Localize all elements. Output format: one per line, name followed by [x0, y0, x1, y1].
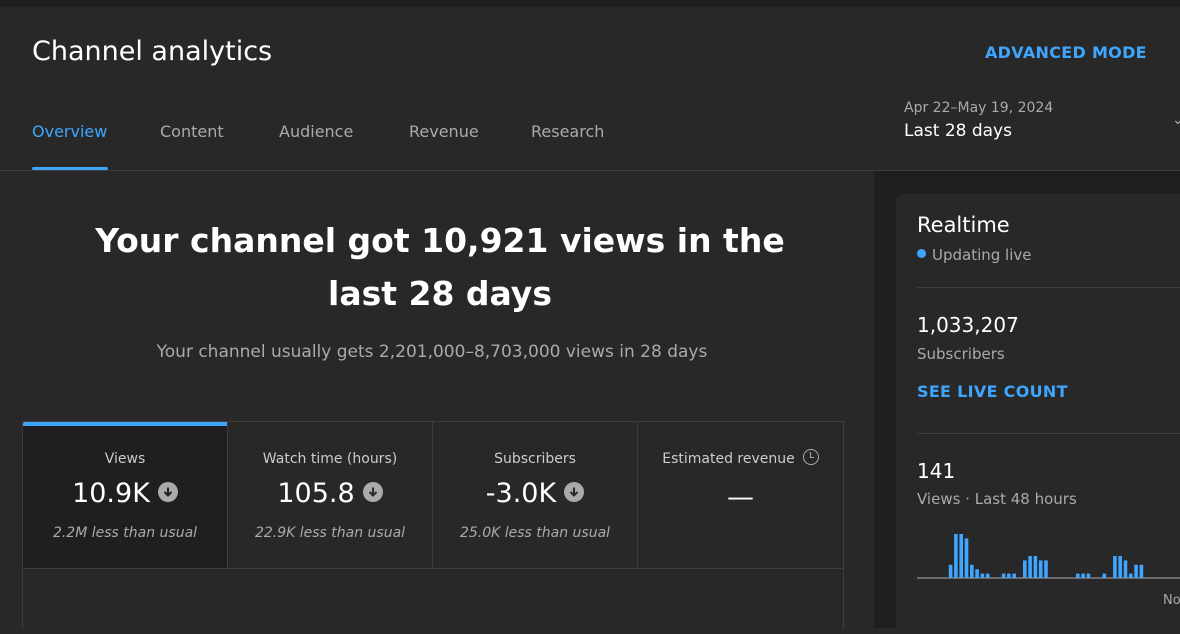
- chart-bar: [954, 534, 958, 578]
- tab-revenue[interactable]: Revenue: [409, 122, 479, 141]
- page-title: Channel analytics: [32, 36, 273, 67]
- chart-bar: [1028, 556, 1032, 578]
- overview-headline: Your channel got 10,921 views in the las…: [95, 221, 785, 313]
- chart-bar: [1113, 556, 1117, 578]
- chart-bar: [1134, 564, 1138, 578]
- chart-bar: [1139, 564, 1144, 578]
- metric-value-row: 10.9K: [23, 478, 227, 509]
- date-range-period: Last 28 days: [904, 121, 1012, 141]
- chart-bar: [1038, 560, 1043, 578]
- tab-research[interactable]: Research: [531, 122, 604, 141]
- metric-card-subscribers[interactable]: Subscribers -3.0K 25.0K less than usual: [433, 422, 637, 568]
- chart-bar: [975, 569, 979, 578]
- chart-bar: [970, 564, 974, 578]
- metric-label: Views: [104, 451, 146, 467]
- arrow-down-icon: [157, 481, 178, 502]
- date-range-dates: Apr 22–May 19, 2024: [904, 100, 1054, 116]
- metric-note: 22.9K less than usual: [254, 525, 406, 541]
- arrow-down-icon: [362, 481, 383, 502]
- see-live-count-link[interactable]: SEE LIVE COUNT: [917, 382, 1068, 401]
- chart-bar: [1102, 573, 1107, 578]
- realtime-status: Updating live: [917, 246, 1032, 264]
- metric-value: 10.9K: [72, 478, 150, 509]
- metric-card-revenue[interactable]: Estimated revenue —: [638, 422, 843, 568]
- metric-label: Estimated revenue: [662, 451, 795, 467]
- chart-bar: [1033, 556, 1038, 578]
- metric-note: 2.2M less than usual: [52, 525, 198, 541]
- chart-bar: [1129, 573, 1133, 578]
- realtime-divider: [917, 287, 1180, 288]
- chart-bar: [964, 538, 969, 578]
- realtime-status-text: Updating live: [932, 246, 1032, 264]
- realtime-views-count: 141: [917, 459, 956, 483]
- top-bar: [0, 0, 1180, 7]
- live-dot-icon: [917, 249, 926, 258]
- metric-label: Watch time (hours): [262, 451, 398, 467]
- realtime-views-chart: [917, 534, 1180, 579]
- date-range-selector[interactable]: Apr 22–May 19, 2024 Last 28 days: [904, 100, 1053, 141]
- tab-overview[interactable]: Overview: [32, 122, 107, 141]
- chart-bar: [1001, 573, 1006, 578]
- tab-content[interactable]: Content: [160, 122, 224, 141]
- chart-bar: [1118, 556, 1122, 578]
- metric-cards: Views 10.9K 2.2M less than usual Watch t…: [22, 421, 844, 629]
- clock-icon: [802, 449, 819, 465]
- metric-value-row: 105.8: [228, 478, 432, 509]
- metric-value-row: -3.0K: [433, 478, 637, 509]
- chart-bar: [1076, 573, 1080, 578]
- chart-bar: [1086, 573, 1091, 578]
- arrow-down-icon: [564, 481, 585, 502]
- chart-bar: [985, 573, 990, 578]
- metric-value: —: [727, 482, 754, 513]
- metric-card-views[interactable]: Views 10.9K 2.2M less than usual: [23, 422, 228, 568]
- overview-subtext: Your channel usually gets 2,201,000–8,70…: [156, 342, 708, 362]
- metric-card-watch-time[interactable]: Watch time (hours) 105.8 22.9K less than…: [228, 422, 432, 568]
- realtime-divider: [917, 433, 1180, 434]
- tab-audience[interactable]: Audience: [279, 122, 353, 141]
- chart-bar: [1123, 560, 1128, 578]
- chart-bar: [1007, 573, 1011, 578]
- metric-value: 105.8: [277, 478, 355, 509]
- metric-value: -3.0K: [485, 478, 557, 509]
- realtime-chart-axis-label: No: [1163, 593, 1180, 608]
- advanced-mode-button[interactable]: ADVANCED MODE: [985, 43, 1147, 62]
- metric-label: Subscribers: [494, 451, 576, 467]
- chart-bar: [1012, 573, 1016, 578]
- chart-bar: [1023, 560, 1027, 578]
- realtime-title: Realtime: [917, 213, 1010, 237]
- metric-label-row: Estimated revenue: [638, 449, 843, 467]
- chart-bar: [1044, 560, 1048, 578]
- chart-bar: [948, 564, 953, 578]
- realtime-views-label: Views · Last 48 hours: [917, 490, 1077, 508]
- chart-bar: [1081, 573, 1085, 578]
- chart-bar: [980, 573, 985, 578]
- realtime-subscribers-label: Subscribers: [917, 345, 1005, 363]
- cards-divider: [23, 568, 843, 569]
- chart-bar: [959, 534, 963, 578]
- metric-note: 25.0K less than usual: [459, 525, 611, 541]
- realtime-subscribers-count: 1,033,207: [917, 313, 1019, 337]
- chevron-down-icon[interactable]: ⌄: [1172, 112, 1180, 128]
